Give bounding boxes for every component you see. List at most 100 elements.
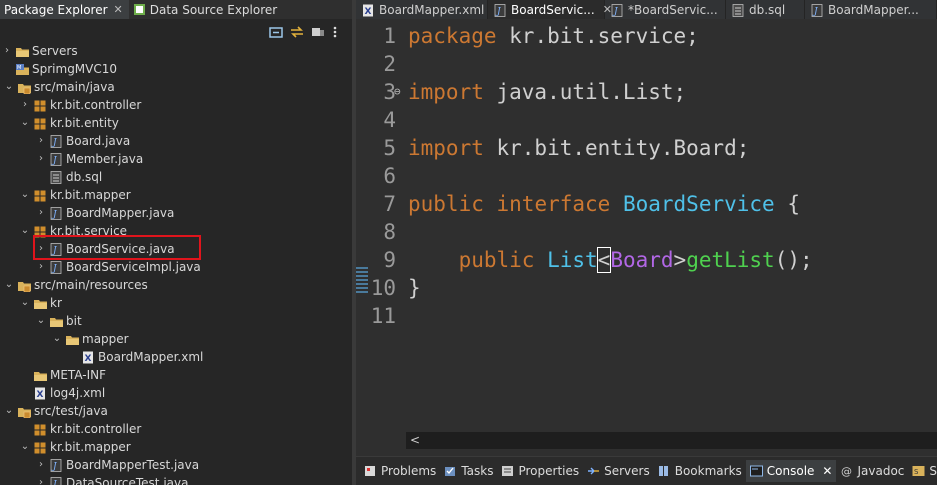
tree-item[interactable]: › J Board.java bbox=[0, 132, 352, 150]
editor-tab[interactable]: J BoardServic... ✕ bbox=[488, 0, 612, 19]
chevron-down-icon[interactable]: ⌄ bbox=[52, 330, 62, 348]
folder-icon bbox=[16, 45, 29, 57]
line-number: 7 bbox=[383, 192, 396, 216]
code-line[interactable]: 7 public interface BoardService { bbox=[356, 190, 937, 218]
tree-item[interactable]: ⌄ bit bbox=[0, 312, 352, 330]
tree-item[interactable]: ⌄ src/main/resources bbox=[0, 276, 352, 294]
line-number: 11 bbox=[370, 304, 396, 328]
tree-item-label: kr.bit.mapper bbox=[50, 440, 131, 454]
chevron-down-icon[interactable]: ⌄ bbox=[4, 402, 14, 420]
code-line[interactable]: 3 ⊖ import java.util.List; bbox=[356, 78, 937, 106]
horizontal-scrollbar[interactable]: < bbox=[406, 432, 937, 449]
svg-text:X: X bbox=[365, 7, 372, 17]
chevron-down-icon[interactable]: ⌄ bbox=[20, 186, 30, 204]
editor-tab[interactable]: X BoardMapper.xml bbox=[356, 0, 488, 19]
chevron-down-icon[interactable]: ⌄ bbox=[20, 294, 30, 312]
editor-tab-label: *BoardServic... bbox=[628, 2, 718, 17]
chevron-right-icon[interactable]: › bbox=[2, 42, 12, 60]
code-line[interactable]: 9 public List<Board>getList(); bbox=[356, 246, 937, 274]
tree-item[interactable]: › Servers bbox=[0, 42, 352, 60]
tree-item[interactable]: Xlog4j.xml bbox=[0, 384, 352, 402]
java-file-icon: J bbox=[611, 3, 623, 17]
close-icon[interactable]: ✕ bbox=[114, 3, 123, 16]
chevron-right-icon[interactable]: › bbox=[20, 96, 30, 114]
view-tab-console[interactable]: Console ✕ bbox=[745, 460, 837, 482]
tree-item[interactable]: ⌄ mapper bbox=[0, 330, 352, 348]
line-number: 2 bbox=[383, 52, 396, 76]
code-editor[interactable]: 1 package kr.bit.service; 2 3 ⊖ import java.u… bbox=[356, 20, 937, 432]
tree-item[interactable]: META-INF bbox=[0, 366, 352, 384]
code-line[interactable]: 8 bbox=[356, 218, 937, 246]
tree-item[interactable]: kr.bit.controller bbox=[0, 420, 352, 438]
tab-data-source-explorer[interactable]: Data Source Explorer bbox=[129, 0, 283, 19]
chevron-down-icon[interactable]: ⌄ bbox=[4, 276, 14, 294]
code-line[interactable]: 6 bbox=[356, 162, 937, 190]
tree-item[interactable]: › kr.bit.controller bbox=[0, 96, 352, 114]
line-number: 10 bbox=[370, 276, 396, 300]
view-tab-bookmarks[interactable]: Bookmarks bbox=[654, 460, 746, 482]
view-tab-properties[interactable]: Properties bbox=[497, 460, 583, 482]
java-file-icon: J bbox=[50, 477, 63, 485]
code-line[interactable]: 10} bbox=[356, 274, 937, 302]
tree-item[interactable]: › J BoardMapperTest.java bbox=[0, 456, 352, 474]
code-line[interactable]: 11 bbox=[356, 302, 937, 330]
chevron-right-icon[interactable]: › bbox=[36, 456, 46, 474]
tree-item[interactable]: › J BoardMapper.java bbox=[0, 204, 352, 222]
svg-text:X: X bbox=[85, 354, 92, 364]
link-with-editor-icon[interactable] bbox=[290, 26, 304, 38]
java-file-icon: J bbox=[50, 459, 63, 472]
chevron-down-icon[interactable]: ⌄ bbox=[4, 78, 14, 96]
code-line[interactable]: 2 bbox=[356, 50, 937, 78]
editor-tab[interactable]: db.sql bbox=[726, 0, 805, 19]
code-line[interactable]: 5 import kr.bit.entity.Board; bbox=[356, 134, 937, 162]
chevron-right-icon[interactable]: › bbox=[36, 474, 46, 485]
tree-item[interactable]: X BoardMapper.xml bbox=[0, 348, 352, 366]
chevron-right-icon[interactable]: › bbox=[36, 150, 46, 168]
filter-icon[interactable] bbox=[311, 26, 325, 38]
code-line[interactable]: 1 package kr.bit.service; bbox=[356, 22, 937, 50]
package-explorer-panel: Package Explorer ✕ Data Source Explorer … bbox=[0, 0, 352, 485]
tree-item[interactable]: ⌄ src/test/java bbox=[0, 402, 352, 420]
tree-item[interactable]: M SprimgMVC10 bbox=[0, 60, 352, 78]
view-tab-problems[interactable]: Problems bbox=[360, 460, 440, 482]
code-text: import java.util.List; bbox=[408, 80, 687, 104]
tree-item[interactable]: › J DataSourceTest.java bbox=[0, 474, 352, 485]
tree-item-label: DataSourceTest.java bbox=[66, 476, 189, 485]
tree-item[interactable]: › J Member.java bbox=[0, 150, 352, 168]
code-line[interactable]: 4 bbox=[356, 106, 937, 134]
tree-item[interactable]: ⌄ kr.bit.mapper bbox=[0, 186, 352, 204]
close-icon[interactable]: ✕ bbox=[822, 464, 832, 478]
database-icon bbox=[133, 3, 146, 16]
fold-icon[interactable]: ⊖ bbox=[394, 78, 401, 106]
folder-icon bbox=[34, 297, 47, 309]
package-icon bbox=[34, 189, 47, 202]
tree-item[interactable]: ⌄ kr bbox=[0, 294, 352, 312]
chevron-right-icon[interactable]: › bbox=[36, 204, 46, 222]
chevron-down-icon[interactable]: ⌄ bbox=[20, 222, 30, 240]
view-tab-servers[interactable]: Servers bbox=[583, 460, 654, 482]
view-tab-javadoc[interactable]: @ Javadoc bbox=[836, 460, 908, 482]
chevron-down-icon[interactable]: ⌄ bbox=[20, 114, 30, 132]
chevron-right-icon[interactable]: › bbox=[36, 132, 46, 150]
tab-package-explorer[interactable]: Package Explorer ✕ bbox=[0, 0, 129, 19]
project-tree: › Servers M SprimgMVC10 ⌄ src/main/java › kr.bi… bbox=[0, 42, 352, 485]
view-tab-sv[interactable]: S SV bbox=[908, 460, 937, 482]
view-tab-tasks[interactable]: Tasks bbox=[440, 460, 497, 482]
tree-item[interactable]: ⌄ kr.bit.mapper bbox=[0, 438, 352, 456]
tree-item[interactable]: ⌄ src/main/java bbox=[0, 78, 352, 96]
tree-item-label: bit bbox=[66, 314, 82, 328]
scroll-left-arrow[interactable]: < bbox=[410, 432, 420, 449]
chevron-down-icon[interactable]: ⌄ bbox=[20, 438, 30, 456]
editor-tab[interactable]: J *BoardServic... bbox=[605, 0, 726, 19]
collapse-all-icon[interactable] bbox=[269, 26, 283, 38]
editor-tab[interactable]: J BoardMapper... bbox=[805, 0, 937, 19]
tree-item[interactable]: › J BoardServiceImpl.java bbox=[0, 258, 352, 276]
sql-file-icon bbox=[50, 171, 63, 184]
editor-tab-label: db.sql bbox=[749, 2, 786, 17]
tree-item[interactable]: ⌄ kr.bit.entity bbox=[0, 114, 352, 132]
chevron-right-icon[interactable]: › bbox=[36, 258, 46, 276]
tree-item[interactable]: db.sql bbox=[0, 168, 352, 186]
view-menu-icon[interactable] bbox=[332, 26, 346, 38]
chevron-down-icon[interactable]: ⌄ bbox=[36, 312, 46, 330]
tree-item-label: kr.bit.controller bbox=[50, 422, 142, 436]
